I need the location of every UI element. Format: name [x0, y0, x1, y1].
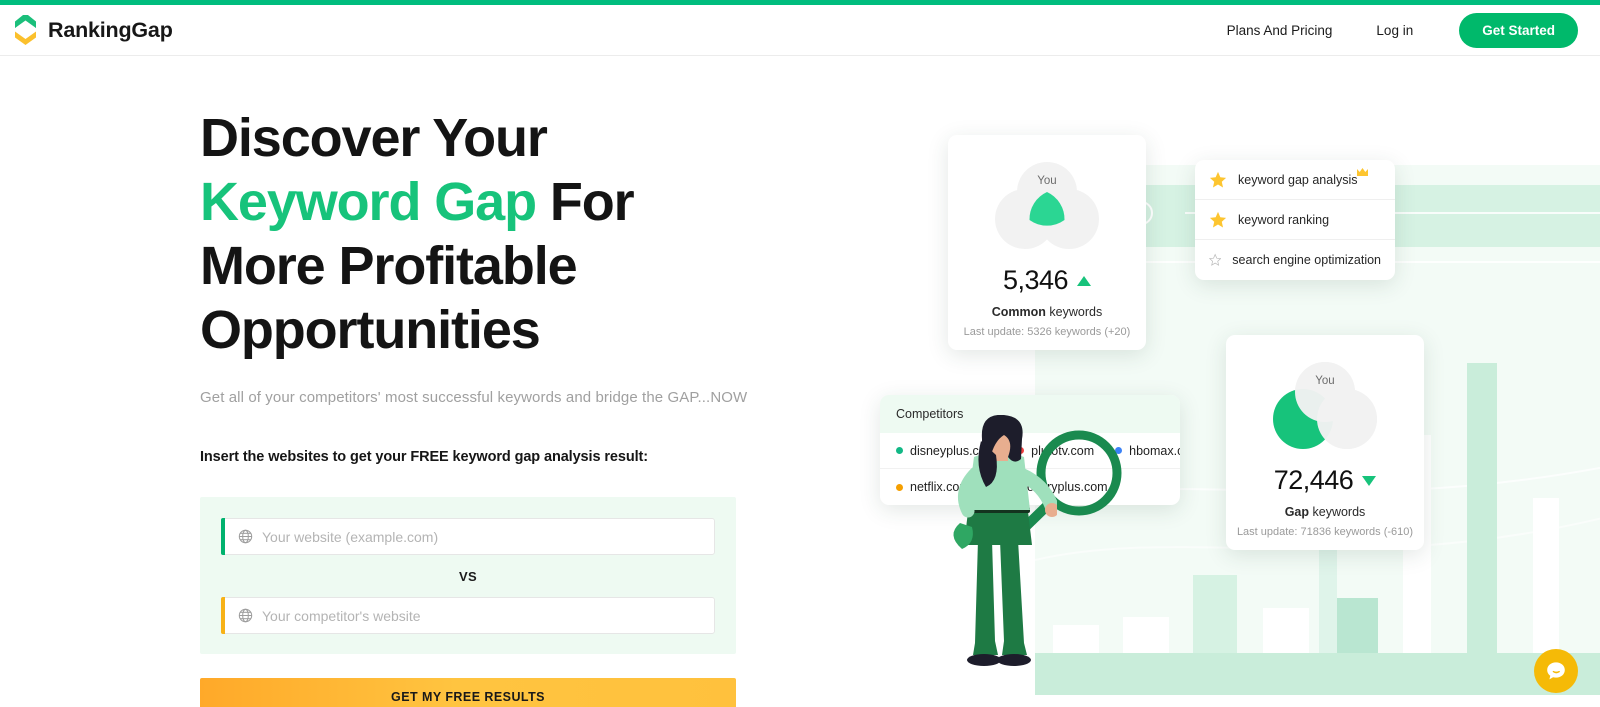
- star-filled-icon: [1209, 171, 1227, 188]
- star-outline-icon: [1209, 253, 1222, 266]
- your-website-field[interactable]: [221, 518, 715, 555]
- person-illustration: [953, 415, 1057, 666]
- common-keywords-label-bold: Common: [991, 305, 1046, 319]
- competitor-color-dot: [896, 447, 903, 454]
- background-bar-4: [1263, 608, 1309, 653]
- main-nav: Plans And Pricing Log in Get Started: [1205, 12, 1578, 48]
- form-instruction-label: Insert the websites to get your FREE key…: [200, 449, 648, 465]
- keyword-suggestions-card: keyword gap analysis keyword ranking sea…: [1195, 160, 1395, 280]
- competitor-website-input[interactable]: [253, 598, 714, 633]
- star-filled-icon: [1209, 211, 1227, 228]
- common-keywords-stat: 5,346: [948, 265, 1146, 296]
- gap-keywords-card: You 72,446 Gap keywords Last update: 718…: [1226, 335, 1424, 550]
- background-bar-7: [1467, 363, 1497, 653]
- venn-diagram-gap: You: [1265, 361, 1385, 453]
- keyword-list-item[interactable]: keyword ranking: [1195, 200, 1395, 240]
- keyword-list-item[interactable]: keyword gap analysis: [1195, 160, 1395, 200]
- field-accent-green: [221, 518, 225, 555]
- nav-link-log-in[interactable]: Log in: [1354, 23, 1435, 38]
- trend-up-icon: [1077, 275, 1092, 286]
- common-keywords-note: Last update: 5326 keywords (+20): [963, 326, 1131, 338]
- gap-keywords-label-rest: keywords: [1309, 505, 1366, 519]
- keyword-list-item-label: search engine optimization: [1232, 253, 1381, 267]
- hero-subheading: Get all of your competitors' most succes…: [200, 389, 748, 406]
- competitor-name: hbomax.com: [1129, 443, 1180, 458]
- site-header: RankingGap Plans And Pricing Log in Get …: [0, 5, 1600, 56]
- brand-logo[interactable]: RankingGap: [12, 13, 173, 45]
- globe-icon: [238, 529, 253, 544]
- get-started-button[interactable]: Get Started: [1459, 12, 1578, 48]
- chevron-pair-logo-icon: [12, 13, 39, 45]
- background-bar-3: [1193, 575, 1237, 653]
- trend-down-icon: [1362, 475, 1377, 486]
- chat-bubble-icon: [1547, 662, 1565, 680]
- venn-you-label: You: [1037, 175, 1057, 187]
- common-keywords-value: 5,346: [1002, 265, 1069, 295]
- crown-icon: [1357, 168, 1368, 176]
- venn-you-label: You: [1315, 375, 1335, 387]
- globe-icon: [238, 608, 253, 623]
- competitor-website-field[interactable]: [221, 597, 715, 634]
- background-bar-1: [1053, 625, 1099, 653]
- get-my-free-results-button[interactable]: GET MY FREE RESULTS: [200, 678, 736, 707]
- keyword-gap-form: VS: [200, 497, 736, 654]
- your-website-input[interactable]: [253, 519, 714, 554]
- background-bar-5: [1333, 598, 1378, 653]
- common-keywords-label-rest: keywords: [1045, 305, 1103, 319]
- background-bar-2: [1123, 617, 1169, 653]
- keyword-list-item-label: keyword gap analysis: [1238, 172, 1358, 187]
- headline-accent: Keyword Gap: [200, 172, 537, 232]
- common-keywords-card: You 5,346 Common keywords Last update: 5…: [948, 135, 1146, 350]
- background-chart-baseline: [1035, 653, 1600, 695]
- landing-page: RankingGap Plans And Pricing Log in Get …: [0, 0, 1600, 707]
- competitor-color-dot: [896, 483, 903, 491]
- gap-keywords-label-bold: Gap: [1284, 505, 1310, 519]
- gap-keywords-value: 72,446: [1273, 465, 1354, 495]
- field-accent-yellow: [221, 597, 225, 634]
- page-title: Discover Your Keyword Gap For More Profi…: [200, 106, 770, 362]
- headline-text-1: Discover Your: [200, 108, 548, 168]
- hero-left-column: Discover Your Keyword Gap For More Profi…: [200, 106, 820, 707]
- background-bar-8: [1533, 498, 1559, 653]
- venn-diagram-common: You: [987, 161, 1107, 253]
- common-keywords-label: Common keywords: [948, 305, 1146, 319]
- nav-link-plans-and-pricing[interactable]: Plans And Pricing: [1205, 23, 1355, 38]
- gap-keywords-stat: 72,446: [1226, 465, 1424, 496]
- vs-label: VS: [459, 569, 477, 584]
- gap-keywords-note: Last update: 71836 keywords (-610): [1236, 526, 1414, 538]
- keyword-list-item[interactable]: search engine optimization: [1195, 240, 1395, 280]
- chat-widget-button[interactable]: [1534, 649, 1578, 693]
- hero-illustration: You 5,346 Common keywords Last update: 5…: [860, 60, 1600, 707]
- gap-keywords-label: Gap keywords: [1226, 505, 1424, 519]
- keyword-list-item-label: keyword ranking: [1238, 212, 1330, 227]
- brand-name: RankingGap: [48, 17, 173, 42]
